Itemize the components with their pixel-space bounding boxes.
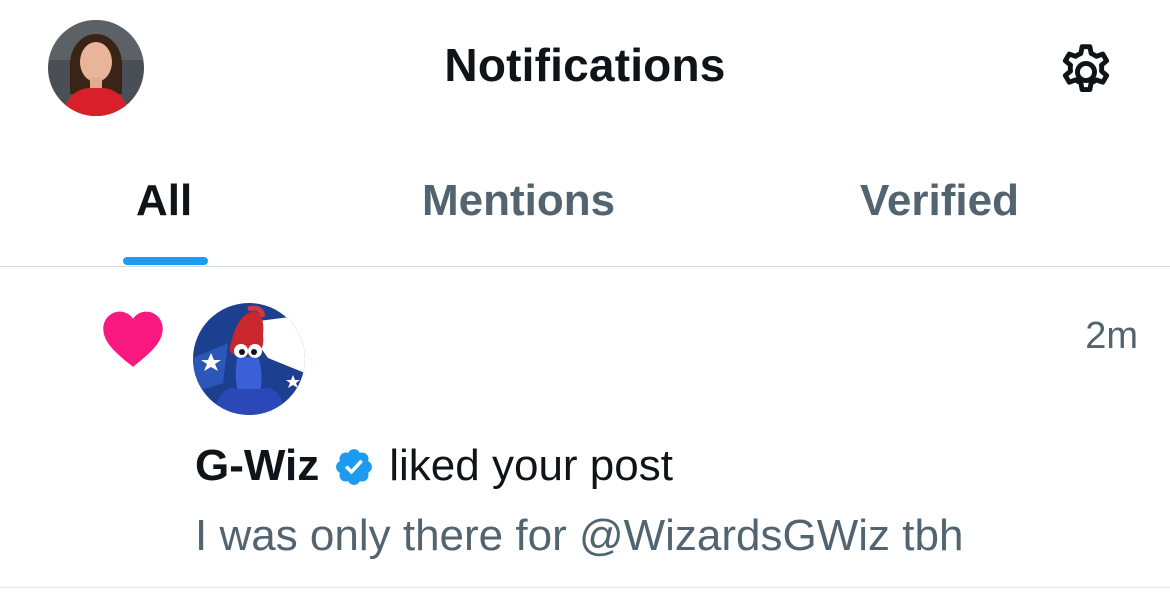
actor-avatar[interactable] [193,303,305,415]
post-preview[interactable]: I was only there for @WizardsGWiz tbh [195,511,963,561]
active-tab-indicator [123,257,208,265]
tab-bar: All Mentions Verified [0,140,1170,267]
tab-verified[interactable]: Verified [860,176,1019,226]
settings-button[interactable] [1050,36,1122,108]
page-title: Notifications [444,39,726,91]
heart-icon [103,311,163,367]
gear-icon [1062,44,1110,93]
notification-summary: G-Wiz liked your post [195,441,673,491]
notification-item[interactable]: 2m G-Wiz liked your post I was only ther… [0,267,1170,588]
actor-name[interactable]: G-Wiz [195,441,319,491]
notification-time: 2m [1085,315,1138,357]
tab-mentions[interactable]: Mentions [422,176,615,226]
notification-action: liked your post [389,441,673,490]
tab-all[interactable]: All [136,176,192,226]
top-bar: Notifications [0,0,1170,140]
verified-badge-icon [336,449,373,485]
